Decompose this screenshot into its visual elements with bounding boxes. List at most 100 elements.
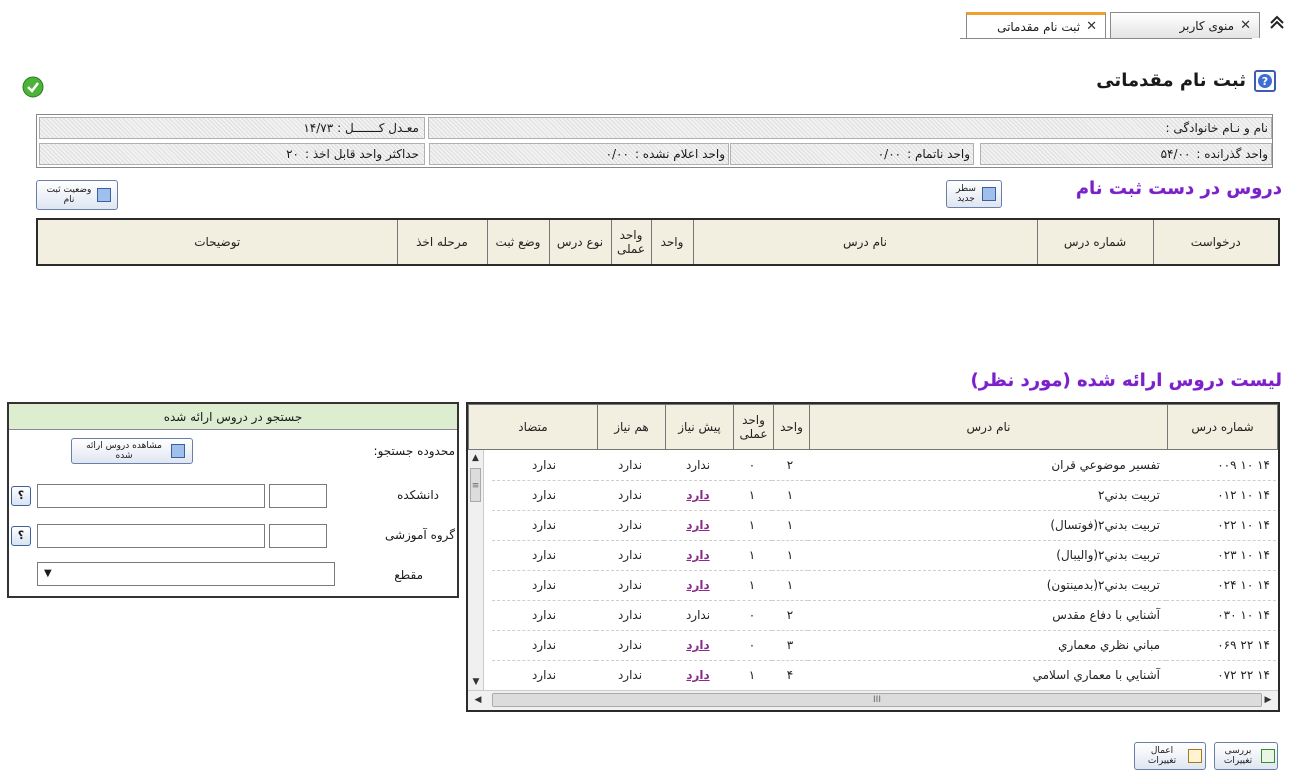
horizontal-scrollbar[interactable]: ◀ III ▶	[468, 690, 1278, 710]
corequisite: ندارد	[617, 668, 643, 682]
course-code-cell: ۱۴ ۱۰ ۰۰۹	[1166, 450, 1276, 481]
offered-courses-header: شماره درس نام درس واحد واحد عملی پیش نیا…	[468, 404, 1278, 450]
conflict-cell: ندارد	[492, 600, 596, 631]
course-name-cell: تربيت بدني۲	[808, 480, 1166, 511]
close-icon[interactable]: ✕	[1086, 19, 1097, 34]
course-code-cell: ۱۴ ۲۲ ۰۷۲	[1166, 660, 1276, 691]
selected-courses-title: دروس در دست ثبت نام	[1075, 178, 1282, 199]
max-units-label: حداکثر واحد قابل اخذ :	[304, 147, 419, 161]
col-units: واحد	[650, 218, 694, 266]
col-course-number: شماره درس	[1036, 218, 1154, 266]
apply-icon	[1188, 749, 1202, 763]
table-row[interactable]: ۱۴ ۱۰ ۰۲۳ تربيت بدني۲(واليبال) ۱ ۱ دارد ندارد…	[492, 540, 1276, 571]
units-cell: ۲	[772, 450, 808, 481]
course-name-cell: آشنايي با دفاع مقدس	[808, 600, 1166, 631]
course-name-cell: تربيت بدني۲(بدمينتون)	[808, 570, 1166, 601]
review-changes-button[interactable]: بررسی تغییرات	[1214, 742, 1278, 770]
vertical-scrollbar[interactable]: ▲ ≡ ▼	[468, 450, 484, 690]
prerequisite[interactable]: دارد	[686, 518, 709, 532]
course-name-cell: تفسیر موضوعي قران	[808, 450, 1166, 481]
corequisite: ندارد	[617, 457, 643, 472]
prerequisite-cell: دارد	[664, 540, 732, 571]
name-field: نام و نـام خانوادگی :	[428, 117, 1272, 139]
course-code-cell: ۱۴ ۱۰ ۰۳۰	[1166, 600, 1276, 631]
faculty-help-button[interactable]: ؟	[11, 486, 31, 506]
level-select[interactable]: ▼	[37, 562, 335, 586]
course-code-cell: ۱۴ ۱۰ ۰۲۳	[1166, 540, 1276, 571]
new-row-button[interactable]: سطر جدید	[946, 180, 1002, 208]
corequisite-cell: ندارد	[596, 600, 664, 631]
tab-user-menu[interactable]: ✕ منوی کاربر	[1110, 12, 1260, 38]
corequisite-cell: ندارد	[596, 660, 664, 691]
registration-status-label: وضعیت ثبت نام	[46, 185, 92, 205]
search-panel-title: جستجو در دروس ارائه شده	[9, 404, 457, 430]
practical-units-cell: ۱	[732, 510, 772, 541]
corequisite-cell: ندارد	[596, 630, 664, 661]
view-offered-label: مشاهده دروس ارائه شده	[86, 441, 162, 461]
scroll-right-icon[interactable]: ▶	[1260, 691, 1276, 709]
course-name-cell: آشنايي با معماري اسلامي	[808, 660, 1166, 691]
max-units-value: ۲۰	[286, 147, 299, 161]
conflict-cell: ندارد	[492, 480, 596, 511]
table-row[interactable]: ۱۴ ۱۰ ۰۰۹ تفسیر موضوعي قران ۲ ۰ ندارد ندارد ند…	[492, 450, 1276, 481]
table-row[interactable]: ۱۴ ۱۰ ۰۲۲ تربيت بدني۲(فوتسال) ۱ ۱ دارد ندارد ن…	[492, 510, 1276, 541]
unannounced-units-field: واحد اعلام نشده : ۰/۰۰	[429, 143, 729, 165]
prerequisite[interactable]: دارد	[686, 548, 709, 562]
view-offered-button[interactable]: مشاهده دروس ارائه شده	[71, 438, 193, 464]
apply-changes-button[interactable]: اعمال تغییرات	[1134, 742, 1206, 770]
conflict: ندارد	[531, 668, 557, 682]
registration-status-button[interactable]: وضعیت ثبت نام	[36, 180, 118, 210]
view-offered-icon	[171, 444, 185, 458]
scroll-up-icon[interactable]: ▲	[468, 450, 483, 466]
prerequisite-cell: دارد	[664, 480, 732, 511]
col-conflict: متضاد	[468, 404, 598, 450]
new-row-label: سطر جدید	[956, 184, 976, 204]
col-course-name: نام درس	[809, 404, 1168, 450]
selected-courses-table: درخواست شماره درس نام درس واحد واحد عملی…	[36, 218, 1280, 266]
table-row[interactable]: ۱۴ ۱۰ ۰۳۰ آشنايي با دفاع مقدس ۲ ۰ ندارد ندارد…	[492, 600, 1276, 631]
group-help-button[interactable]: ؟	[11, 526, 31, 546]
search-panel: جستجو در دروس ارائه شده محدوده جستجو: مش…	[7, 402, 459, 598]
conflict: ندارد	[531, 457, 557, 472]
scroll-thumb[interactable]: ≡	[470, 468, 481, 502]
scroll-h-thumb[interactable]: III	[492, 693, 1262, 707]
prerequisite[interactable]: دارد	[686, 638, 709, 652]
table-row[interactable]: ۱۴ ۱۰ ۰۲۴ تربيت بدني۲(بدمينتون) ۱ ۱ دارد ندار…	[492, 570, 1276, 601]
conflict-cell: ندارد	[492, 660, 596, 691]
level-label: مقطع	[394, 568, 423, 582]
group-code-input[interactable]	[269, 524, 327, 548]
scroll-left-icon[interactable]: ◀	[470, 691, 486, 709]
table-row[interactable]: ۱۴ ۱۰ ۰۱۲ تربيت بدني۲ ۱ ۱ دارد ندارد ندارد	[492, 480, 1276, 511]
faculty-code-input[interactable]	[269, 484, 327, 508]
incomplete-units-value: ۰/۰۰	[877, 147, 902, 161]
course-name: تربيت بدني۲(بدمينتون)	[1046, 578, 1160, 592]
unannounced-units-label: واحد اعلام نشده :	[634, 147, 725, 161]
prerequisite[interactable]: دارد	[686, 488, 709, 502]
incomplete-units-label: واحد ناتمام :	[907, 147, 970, 161]
close-icon[interactable]: ✕	[1240, 18, 1251, 33]
group-label: گروه آموزشی	[384, 528, 455, 542]
tab-preregistration[interactable]: ✕ ثبت نام مقدماتی	[966, 12, 1106, 38]
course-name-cell: مباني نظري معماري	[808, 630, 1166, 661]
prerequisite[interactable]: دارد	[686, 668, 709, 682]
passed-units-label: واحد گذرانده :	[1196, 147, 1268, 161]
offered-courses-title: لیست دروس ارائه شده (مورد نظر)	[970, 370, 1282, 391]
units-cell: ۱	[772, 480, 808, 511]
help-icon[interactable]: ?	[1254, 70, 1276, 92]
course-name: تربيت بدني۲(واليبال)	[1056, 548, 1160, 562]
course-code: ۱۴ ۱۰ ۰۲۴	[1217, 578, 1270, 592]
corequisite-cell: ندارد	[596, 510, 664, 541]
dropdown-icon[interactable]: ▼	[44, 568, 52, 579]
collapse-icon[interactable]	[1268, 14, 1286, 32]
table-row[interactable]: ۱۴ ۲۲ ۰۷۲ آشنايي با معماري اسلامي ۴ ۱ دارد ند…	[492, 660, 1276, 691]
units: ۱	[786, 518, 794, 532]
prerequisite[interactable]: دارد	[686, 578, 709, 592]
course-name: تفسیر موضوعي قران	[1051, 457, 1160, 472]
prerequisite-cell: دارد	[664, 630, 732, 661]
faculty-name-input[interactable]	[37, 484, 265, 508]
conflict-cell: ندارد	[492, 540, 596, 571]
group-name-input[interactable]	[37, 524, 265, 548]
table-row[interactable]: ۱۴ ۲۲ ۰۶۹ مباني نظري معماري ۳ ۰ دارد ندارد ندا…	[492, 630, 1276, 661]
scroll-down-icon[interactable]: ▼	[468, 674, 484, 690]
units: ۳	[786, 638, 794, 652]
